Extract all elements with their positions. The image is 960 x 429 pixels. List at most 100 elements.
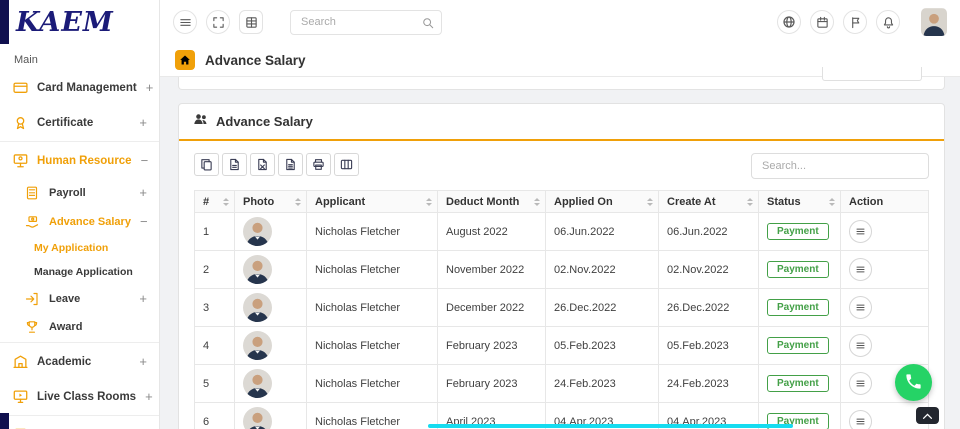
sidebar-item-card-management[interactable]: Card Management + <box>0 70 159 105</box>
whatsapp-button[interactable] <box>895 364 932 401</box>
column-header-create-at[interactable]: Create At <box>659 191 759 213</box>
export-excel-button[interactable] <box>250 153 275 176</box>
sidebar-item-advance-salary[interactable]: Advance Salary − <box>0 207 159 236</box>
status-badge: Payment <box>767 261 829 278</box>
row-action-menu-button[interactable] <box>849 372 872 395</box>
apps-grid-button[interactable] <box>239 10 263 34</box>
sidebar-item-payroll[interactable]: Payroll + <box>0 178 159 207</box>
cell-deduct-month: August 2022 <box>438 213 546 251</box>
logo[interactable]: KAEM <box>0 0 159 44</box>
column-header-label: Photo <box>243 196 274 208</box>
export-csv-button[interactable] <box>278 153 303 176</box>
sidebar-item-certificate[interactable]: Certificate + <box>0 105 159 140</box>
sidebar-item-manage-application[interactable]: Manage Application <box>0 260 159 284</box>
collapse-minus-icon: − <box>140 214 148 229</box>
search-icon <box>422 16 434 34</box>
create-at-date: 05.Feb.2023 <box>667 340 729 352</box>
cell-deduct-month: November 2022 <box>438 251 546 289</box>
print-button[interactable] <box>306 153 331 176</box>
row-number: 6 <box>203 416 209 428</box>
scroll-to-top-button[interactable] <box>916 407 939 424</box>
cell-applied-on: 24.Feb.2023 <box>546 365 659 403</box>
export-copy-button[interactable] <box>194 153 219 176</box>
cell-deduct-month: December 2022 <box>438 289 546 327</box>
cell-photo <box>235 365 307 403</box>
column-header-label: Applicant <box>315 196 365 208</box>
column-header-applicant[interactable]: Applicant <box>307 191 438 213</box>
column-header-photo[interactable]: Photo <box>235 191 307 213</box>
sidebar-item-my-application[interactable]: My Application <box>0 236 159 260</box>
table-row: 5 Nicholas Fletcher February 2023 24.Feb… <box>195 365 929 403</box>
sidebar-item-label: My Application <box>34 242 108 254</box>
user-avatar[interactable] <box>921 8 947 36</box>
collapsed-filter-button-partial[interactable] <box>822 67 922 81</box>
applicant-photo[interactable] <box>243 331 272 360</box>
sidebar-section-label: Main <box>0 44 159 70</box>
sidebar-item-academic[interactable]: Academic + <box>0 344 159 379</box>
export-pdf-button[interactable] <box>222 153 247 176</box>
expand-plus-icon: + <box>139 354 147 369</box>
column-header-status[interactable]: Status <box>759 191 841 213</box>
home-button[interactable] <box>175 50 195 70</box>
menu-toggle-button[interactable] <box>173 10 197 34</box>
table-search-input[interactable] <box>751 153 929 179</box>
cell-photo <box>235 403 307 429</box>
applicant-name: Nicholas Fletcher <box>315 226 400 238</box>
cell-photo <box>235 213 307 251</box>
column-header-applied-on[interactable]: Applied On <box>546 191 659 213</box>
row-number: 1 <box>203 226 209 238</box>
cell-status: Payment <box>759 213 841 251</box>
advance-salary-table: # Photo Applicant Deduct Month Applied O… <box>194 190 929 429</box>
row-action-menu-button[interactable] <box>849 334 872 357</box>
column-header-deduct-month[interactable]: Deduct Month <box>438 191 546 213</box>
applicant-photo[interactable] <box>243 407 272 429</box>
global-search-input[interactable] <box>290 10 442 35</box>
sidebar-item-leave[interactable]: Leave + <box>0 284 159 313</box>
advance-salary-card: Advance Salary <box>178 103 945 429</box>
row-action-menu-button[interactable] <box>849 296 872 319</box>
cell-action <box>841 251 929 289</box>
cell-create-at: 24.Feb.2023 <box>659 365 759 403</box>
cell-index: 3 <box>195 289 235 327</box>
cell-status: Payment <box>759 289 841 327</box>
notifications-bell-button[interactable] <box>876 10 900 34</box>
sidebar-item-award[interactable]: Award <box>0 313 159 341</box>
row-action-menu-button[interactable] <box>849 410 872 429</box>
applicant-photo[interactable] <box>243 255 272 284</box>
deduct-month-value: August 2022 <box>446 226 508 238</box>
applied-on-date: 24.Feb.2023 <box>554 378 616 390</box>
column-visibility-button[interactable] <box>334 153 359 176</box>
cell-applied-on: 06.Jun.2022 <box>546 213 659 251</box>
applicant-photo[interactable] <box>243 217 272 246</box>
sidebar-item-human-resource[interactable]: Human Resource − <box>0 143 159 178</box>
sort-caret-icon <box>534 198 540 206</box>
sidebar-nav: Card Management + Certificate + Human Re… <box>0 70 159 429</box>
row-action-menu-button[interactable] <box>849 258 872 281</box>
sidebar-item-live-class-rooms[interactable]: Live Class Rooms + <box>0 379 159 414</box>
applicant-photo[interactable] <box>243 293 272 322</box>
language-globe-button[interactable] <box>777 10 801 34</box>
applicant-photo[interactable] <box>243 369 272 398</box>
sort-caret-icon <box>647 198 653 206</box>
cell-applied-on: 26.Dec.2022 <box>546 289 659 327</box>
cell-create-at: 02.Nov.2022 <box>659 251 759 289</box>
applicants-people-icon <box>193 112 208 131</box>
fullscreen-button[interactable] <box>206 10 230 34</box>
chevron-up-icon <box>922 408 933 423</box>
sidebar-item-label: Live Class Rooms <box>37 391 136 403</box>
column-header-index[interactable]: # <box>195 191 235 213</box>
row-number: 3 <box>203 302 209 314</box>
calendar-button[interactable] <box>810 10 834 34</box>
expand-plus-icon: + <box>146 80 154 95</box>
cell-status: Payment <box>759 327 841 365</box>
column-header-label: # <box>203 196 209 208</box>
row-action-menu-button[interactable] <box>849 220 872 243</box>
table-row: 2 Nicholas Fletcher November 2022 02.Nov… <box>195 251 929 289</box>
horizontal-scrollbar-thumb[interactable] <box>428 424 793 428</box>
certificate-icon <box>12 115 28 130</box>
cell-action <box>841 289 929 327</box>
create-at-date: 06.Jun.2022 <box>667 226 728 238</box>
flag-button[interactable] <box>843 10 867 34</box>
sidebar-edge-top <box>0 0 9 44</box>
sidebar-item-attachments-book[interactable]: Attachments Book <box>0 417 159 429</box>
